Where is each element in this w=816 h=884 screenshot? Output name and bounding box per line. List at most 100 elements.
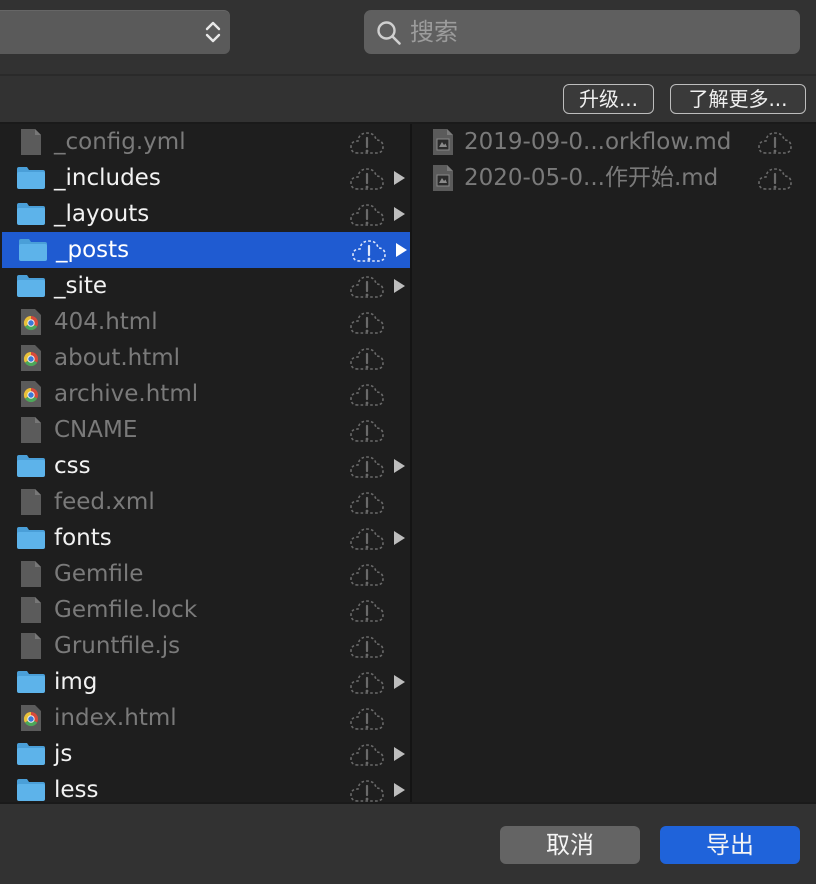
- file-column-root[interactable]: _config.yml _includes _layouts _posts _site 4…: [0, 124, 410, 802]
- icloud-unavailable-icon: [350, 456, 384, 478]
- icloud-unavailable-icon: [350, 492, 384, 514]
- item-label: _posts: [56, 237, 130, 263]
- file-row[interactable]: feed.xml: [0, 484, 410, 520]
- icloud-unavailable-icon: [350, 672, 384, 694]
- folder-row[interactable]: _includes: [0, 160, 410, 196]
- chrome-html-icon: [21, 381, 41, 407]
- item-label: less: [54, 777, 99, 802]
- folder-icon: [17, 275, 45, 297]
- folder-icon: [17, 779, 45, 801]
- folder-row[interactable]: fonts: [0, 520, 410, 556]
- document-icon: [21, 597, 41, 623]
- item-label: img: [54, 669, 98, 695]
- item-label: _config.yml: [54, 129, 186, 155]
- folder-icon: [17, 203, 45, 225]
- document-icon: [21, 489, 41, 515]
- file-row[interactable]: 2019-09-0...orkflow.md: [412, 124, 816, 160]
- folder-icon: [17, 455, 45, 477]
- item-label: index.html: [54, 705, 177, 731]
- item-label: 2019-09-0...orkflow.md: [464, 129, 732, 155]
- search-placeholder: 搜索: [410, 18, 458, 46]
- disclosure-arrow-icon: [394, 783, 405, 797]
- icloud-unavailable-icon: [350, 132, 384, 154]
- folder-icon: [17, 167, 45, 189]
- document-icon: [21, 633, 41, 659]
- dialog-footer: 取消 导出: [0, 804, 816, 884]
- icloud-unavailable-icon: [350, 348, 384, 370]
- file-row[interactable]: Gemfile.lock: [0, 592, 410, 628]
- folder-row[interactable]: img: [0, 664, 410, 700]
- action-bar: 升级... 了解更多...: [0, 76, 816, 123]
- item-label: Gemfile: [54, 561, 144, 587]
- file-row[interactable]: about.html: [0, 340, 410, 376]
- item-label: 2020-05-0...作开始.md: [464, 165, 719, 191]
- file-row[interactable]: _config.yml: [0, 124, 410, 160]
- item-label: _includes: [54, 165, 161, 191]
- item-label: _site: [54, 273, 108, 299]
- disclosure-arrow-icon: [394, 531, 405, 545]
- item-label: fonts: [54, 525, 112, 551]
- item-label: css: [54, 453, 91, 479]
- item-label: about.html: [54, 345, 181, 371]
- file-row[interactable]: 404.html: [0, 304, 410, 340]
- item-label: Gruntfile.js: [54, 633, 181, 659]
- item-label: js: [54, 741, 73, 767]
- icloud-unavailable-icon: [350, 168, 384, 190]
- folder-row[interactable]: _posts: [2, 232, 410, 268]
- disclosure-arrow-icon: [394, 207, 405, 221]
- icloud-unavailable-icon: [350, 600, 384, 622]
- item-label: feed.xml: [54, 489, 155, 515]
- disclosure-arrow-icon: [394, 171, 405, 185]
- disclosure-arrow-icon: [394, 747, 405, 761]
- file-column-posts[interactable]: 2019-09-0...orkflow.md 2020-05-0...作开始.md: [412, 124, 816, 802]
- folder-icon: [17, 743, 45, 765]
- disclosure-arrow-icon: [396, 243, 407, 257]
- item-label: _layouts: [54, 201, 150, 227]
- upgrade-button[interactable]: 升级...: [563, 84, 654, 114]
- icloud-unavailable-icon: [350, 744, 384, 766]
- file-row[interactable]: CNAME: [0, 412, 410, 448]
- folder-row[interactable]: _site: [0, 268, 410, 304]
- item-label: Gemfile.lock: [54, 597, 198, 623]
- search-icon: [377, 21, 401, 45]
- disclosure-arrow-icon: [394, 459, 405, 473]
- document-icon: [21, 561, 41, 587]
- file-row[interactable]: Gemfile: [0, 556, 410, 592]
- learn-more-button[interactable]: 了解更多...: [670, 84, 806, 114]
- search-field[interactable]: 搜索: [364, 10, 800, 54]
- folder-row[interactable]: js: [0, 736, 410, 772]
- document-icon: [21, 417, 41, 443]
- icloud-unavailable-icon: [350, 528, 384, 550]
- icloud-unavailable-icon: [350, 420, 384, 442]
- folder-row[interactable]: less: [0, 772, 410, 802]
- icloud-unavailable-icon: [352, 240, 386, 262]
- chrome-html-icon: [21, 309, 41, 335]
- icloud-unavailable-icon: [350, 384, 384, 406]
- file-row[interactable]: 2020-05-0...作开始.md: [412, 160, 816, 196]
- folder-row[interactable]: _layouts: [0, 196, 410, 232]
- icloud-unavailable-icon: [350, 708, 384, 730]
- document-icon: [21, 129, 41, 155]
- icloud-unavailable-icon: [350, 312, 384, 334]
- export-button[interactable]: 导出: [660, 826, 800, 864]
- file-row[interactable]: index.html: [0, 700, 410, 736]
- icloud-unavailable-icon: [350, 780, 384, 802]
- item-label: 404.html: [54, 309, 158, 335]
- icloud-unavailable-icon: [758, 168, 792, 190]
- folder-icon: [17, 527, 45, 549]
- icloud-unavailable-icon: [350, 276, 384, 298]
- file-row[interactable]: Gruntfile.js: [0, 628, 410, 664]
- folder-row[interactable]: css: [0, 448, 410, 484]
- markdown-file-icon: [433, 129, 453, 155]
- toolbar: 搜索: [0, 0, 816, 74]
- icloud-unavailable-icon: [350, 204, 384, 226]
- icloud-unavailable-icon: [758, 132, 792, 154]
- markdown-file-icon: [433, 165, 453, 191]
- icloud-unavailable-icon: [350, 564, 384, 586]
- file-row[interactable]: archive.html: [0, 376, 410, 412]
- folder-icon: [17, 671, 45, 693]
- up-down-chevron-icon: [205, 21, 221, 43]
- folder-icon: [19, 239, 47, 261]
- cancel-button[interactable]: 取消: [500, 826, 640, 864]
- location-popup[interactable]: [0, 10, 230, 54]
